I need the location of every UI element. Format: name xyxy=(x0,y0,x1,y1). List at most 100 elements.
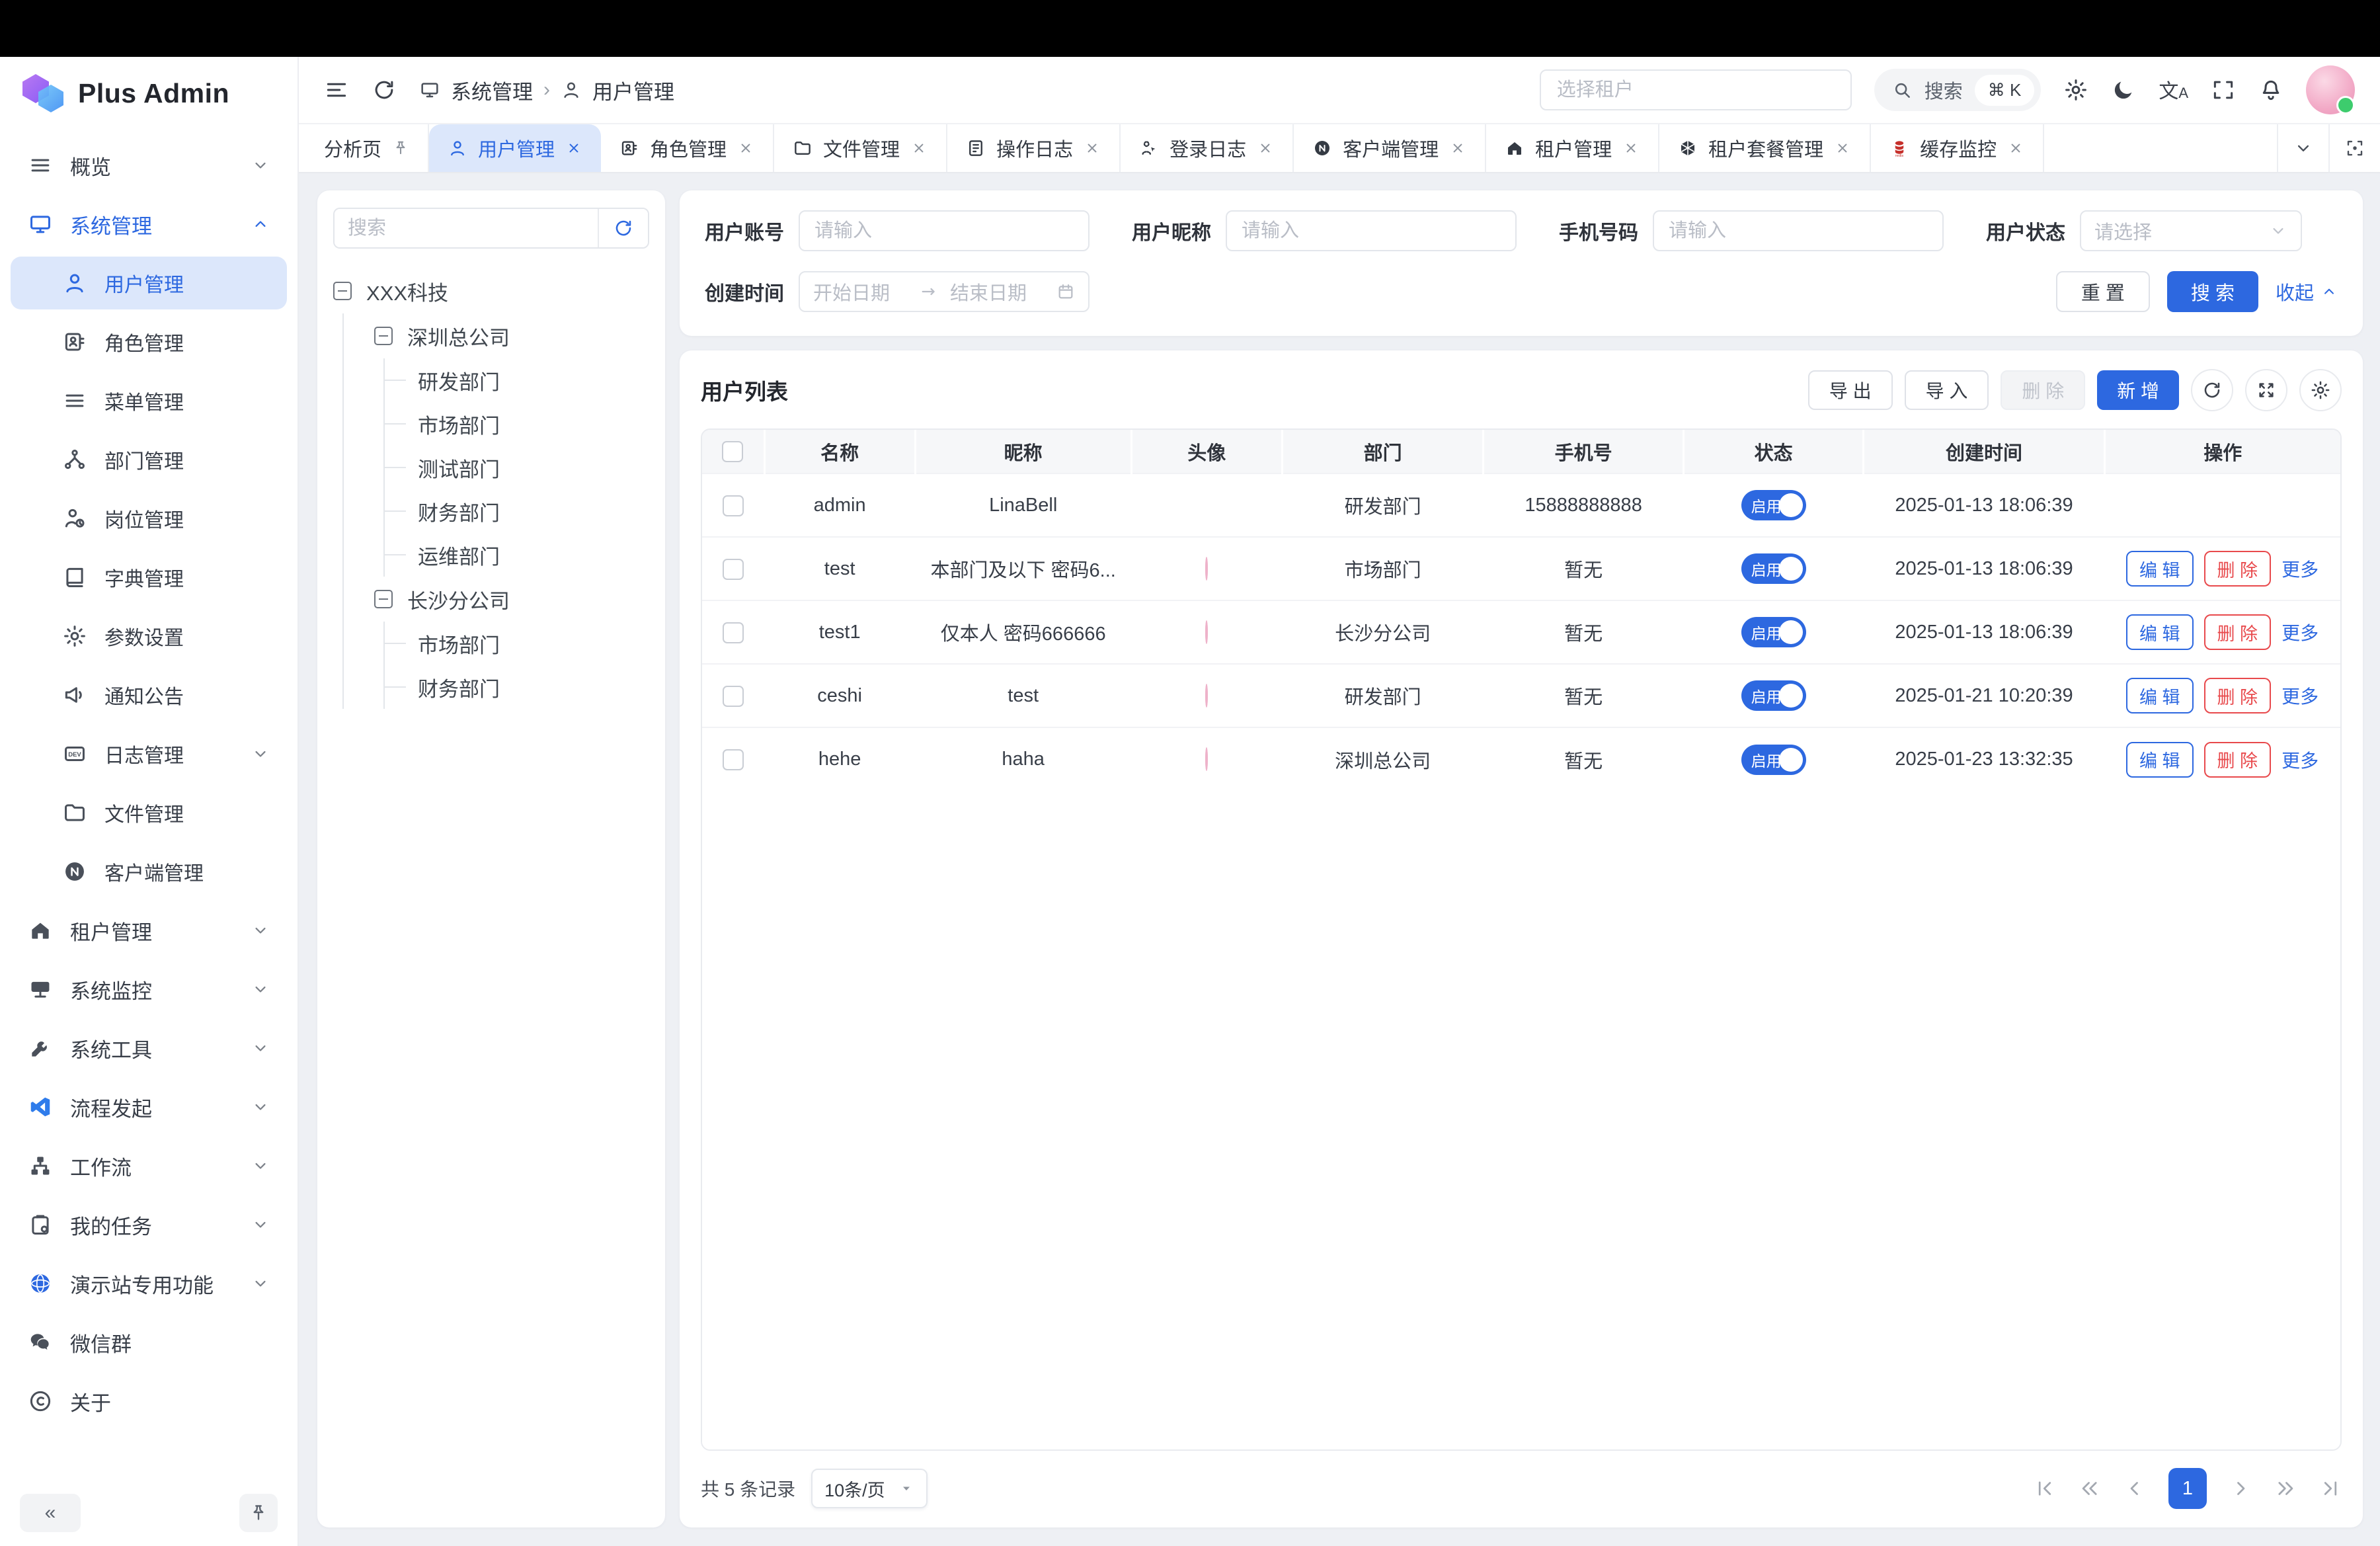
tree-node-leaf[interactable]: 财务部门 xyxy=(385,489,649,533)
sidebar-item[interactable]: 演示站专用功能 xyxy=(11,1257,287,1310)
sidebar-item[interactable]: 菜单管理 xyxy=(11,374,287,427)
tree-node-leaf[interactable]: 测试部门 xyxy=(385,446,649,489)
row-checkbox[interactable] xyxy=(723,559,744,580)
sidebar-item[interactable]: 关于 xyxy=(11,1375,287,1428)
breadcrumb-item[interactable]: 系统管理 xyxy=(451,75,533,105)
sidebar-item[interactable]: 概览 xyxy=(11,139,287,192)
tab[interactable]: 分析页 xyxy=(305,124,429,172)
row-delete-button[interactable]: 删 除 xyxy=(2204,678,2272,713)
sidebar-collapse-button[interactable]: « xyxy=(20,1494,81,1532)
sidebar-item[interactable]: 参数设置 xyxy=(11,610,287,663)
tab-close-icon[interactable] xyxy=(1084,140,1101,157)
tree-node-leaf[interactable]: 研发部门 xyxy=(385,358,649,402)
content-fullscreen-icon[interactable] xyxy=(2328,124,2380,172)
tab[interactable]: 角色管理 xyxy=(601,124,774,172)
language-translate-icon[interactable]: 文A xyxy=(2159,76,2188,104)
tab[interactable]: 登录日志 xyxy=(1121,124,1294,172)
tab-close-icon[interactable] xyxy=(565,140,582,157)
global-search[interactable]: 搜索 ⌘ K xyxy=(1874,69,2042,111)
tree-refresh-icon[interactable] xyxy=(598,209,648,247)
prev-page-icon[interactable] xyxy=(2123,1477,2146,1500)
sidebar-pin-button[interactable] xyxy=(239,1494,278,1532)
sidebar-item[interactable]: 文件管理 xyxy=(11,786,287,839)
next-page-icon[interactable] xyxy=(2229,1477,2252,1500)
sidebar-item[interactable]: 我的任务 xyxy=(11,1198,287,1251)
status-toggle[interactable]: 启用 xyxy=(1741,617,1806,647)
add-button[interactable]: 新 增 xyxy=(2097,370,2179,410)
sidebar-item[interactable]: 流程发起 xyxy=(11,1080,287,1133)
status-toggle[interactable]: 启用 xyxy=(1741,745,1806,775)
search-button[interactable]: 搜 索 xyxy=(2167,271,2258,312)
tree-node-leaf[interactable]: 运维部门 xyxy=(385,533,649,577)
status-select[interactable]: 请选择 xyxy=(2080,210,2302,251)
account-input[interactable] xyxy=(799,210,1090,251)
edit-button[interactable]: 编 辑 xyxy=(2126,614,2194,650)
tab-close-icon[interactable] xyxy=(910,140,928,157)
sidebar-item[interactable]: 租户管理 xyxy=(11,904,287,957)
tab[interactable]: 文件管理 xyxy=(774,124,947,172)
import-button[interactable]: 导 入 xyxy=(1905,370,1989,410)
status-toggle[interactable]: 启用 xyxy=(1741,553,1806,584)
tab-close-icon[interactable] xyxy=(1449,140,1466,157)
reset-button[interactable]: 重 置 xyxy=(2056,271,2150,312)
tab-close-icon[interactable] xyxy=(392,140,409,157)
tree-node-leaf[interactable]: 财务部门 xyxy=(385,665,649,709)
current-page[interactable]: 1 xyxy=(2168,1468,2207,1509)
table-settings-icon[interactable] xyxy=(2299,369,2342,411)
tab[interactable]: 客户端管理 xyxy=(1294,124,1486,172)
row-checkbox[interactable] xyxy=(723,686,744,707)
tab[interactable]: 操作日志 xyxy=(947,124,1121,172)
more-button[interactable]: 更多 xyxy=(2281,555,2319,582)
tab-list-chevron-icon[interactable] xyxy=(2277,124,2328,172)
tenant-select-input[interactable] xyxy=(1540,69,1852,110)
sidebar-item[interactable]: 字典管理 xyxy=(11,551,287,604)
nickname-input[interactable] xyxy=(1226,210,1517,251)
dark-mode-moon-icon[interactable] xyxy=(2111,77,2136,102)
delete-button[interactable]: 删 除 xyxy=(2001,370,2085,410)
sidebar-item[interactable]: 岗位管理 xyxy=(11,492,287,545)
tab-close-icon[interactable] xyxy=(737,140,754,157)
table-refresh-icon[interactable] xyxy=(2191,369,2233,411)
phone-input[interactable] xyxy=(1653,210,1944,251)
row-checkbox[interactable] xyxy=(723,495,744,516)
more-button[interactable]: 更多 xyxy=(2281,747,2319,773)
edit-button[interactable]: 编 辑 xyxy=(2126,678,2194,713)
table-expand-icon[interactable] xyxy=(2245,369,2287,411)
sidebar-item[interactable]: 客户端管理 xyxy=(11,845,287,898)
sidebar-item[interactable]: 工作流 xyxy=(11,1139,287,1192)
date-range-picker[interactable]: 开始日期 结束日期 xyxy=(799,271,1090,312)
sidebar-item[interactable]: 系统管理 xyxy=(11,198,287,251)
sidebar-item[interactable]: 微信群 xyxy=(11,1316,287,1369)
edit-button[interactable]: 编 辑 xyxy=(2126,742,2194,778)
sidebar-item[interactable]: 系统工具 xyxy=(11,1022,287,1075)
status-toggle[interactable]: 启用 xyxy=(1741,680,1806,711)
more-button[interactable]: 更多 xyxy=(2281,682,2319,709)
tab[interactable]: redis 缓存监控 xyxy=(1871,124,2044,172)
row-delete-button[interactable]: 删 除 xyxy=(2204,551,2272,587)
tree-search-input[interactable] xyxy=(335,209,598,247)
next-jump-icon[interactable] xyxy=(2274,1477,2297,1500)
sidebar-item[interactable]: 通知公告 xyxy=(11,669,287,721)
row-checkbox[interactable] xyxy=(723,749,744,770)
tree-node-branch[interactable]: 深圳总公司 xyxy=(374,313,649,358)
page-size-select[interactable]: 10条/页 xyxy=(811,1469,928,1508)
row-delete-button[interactable]: 删 除 xyxy=(2204,614,2272,650)
sidebar-item[interactable]: 部门管理 xyxy=(11,433,287,486)
settings-gear-icon[interactable] xyxy=(2063,77,2088,102)
fullscreen-icon[interactable] xyxy=(2211,77,2236,102)
tab-close-icon[interactable] xyxy=(1834,140,1851,157)
status-toggle[interactable]: 启用 xyxy=(1741,490,1806,520)
user-avatar[interactable] xyxy=(2306,65,2355,114)
refresh-icon[interactable] xyxy=(372,77,397,102)
tab[interactable]: 用户管理 xyxy=(429,124,601,172)
export-button[interactable]: 导 出 xyxy=(1808,370,1893,410)
breadcrumb-item[interactable]: 用户管理 xyxy=(592,75,674,105)
sidebar-item[interactable]: 系统监控 xyxy=(11,963,287,1016)
edit-button[interactable]: 编 辑 xyxy=(2126,551,2194,587)
collapse-filters-link[interactable]: 收起 xyxy=(2276,278,2338,305)
tab[interactable]: 租户管理 xyxy=(1486,124,1659,172)
hamburger-menu-icon[interactable] xyxy=(324,77,349,102)
collapse-box-icon[interactable] xyxy=(333,282,352,300)
first-page-icon[interactable] xyxy=(2034,1477,2056,1500)
tree-node-branch[interactable]: 长沙分公司 xyxy=(374,577,649,622)
